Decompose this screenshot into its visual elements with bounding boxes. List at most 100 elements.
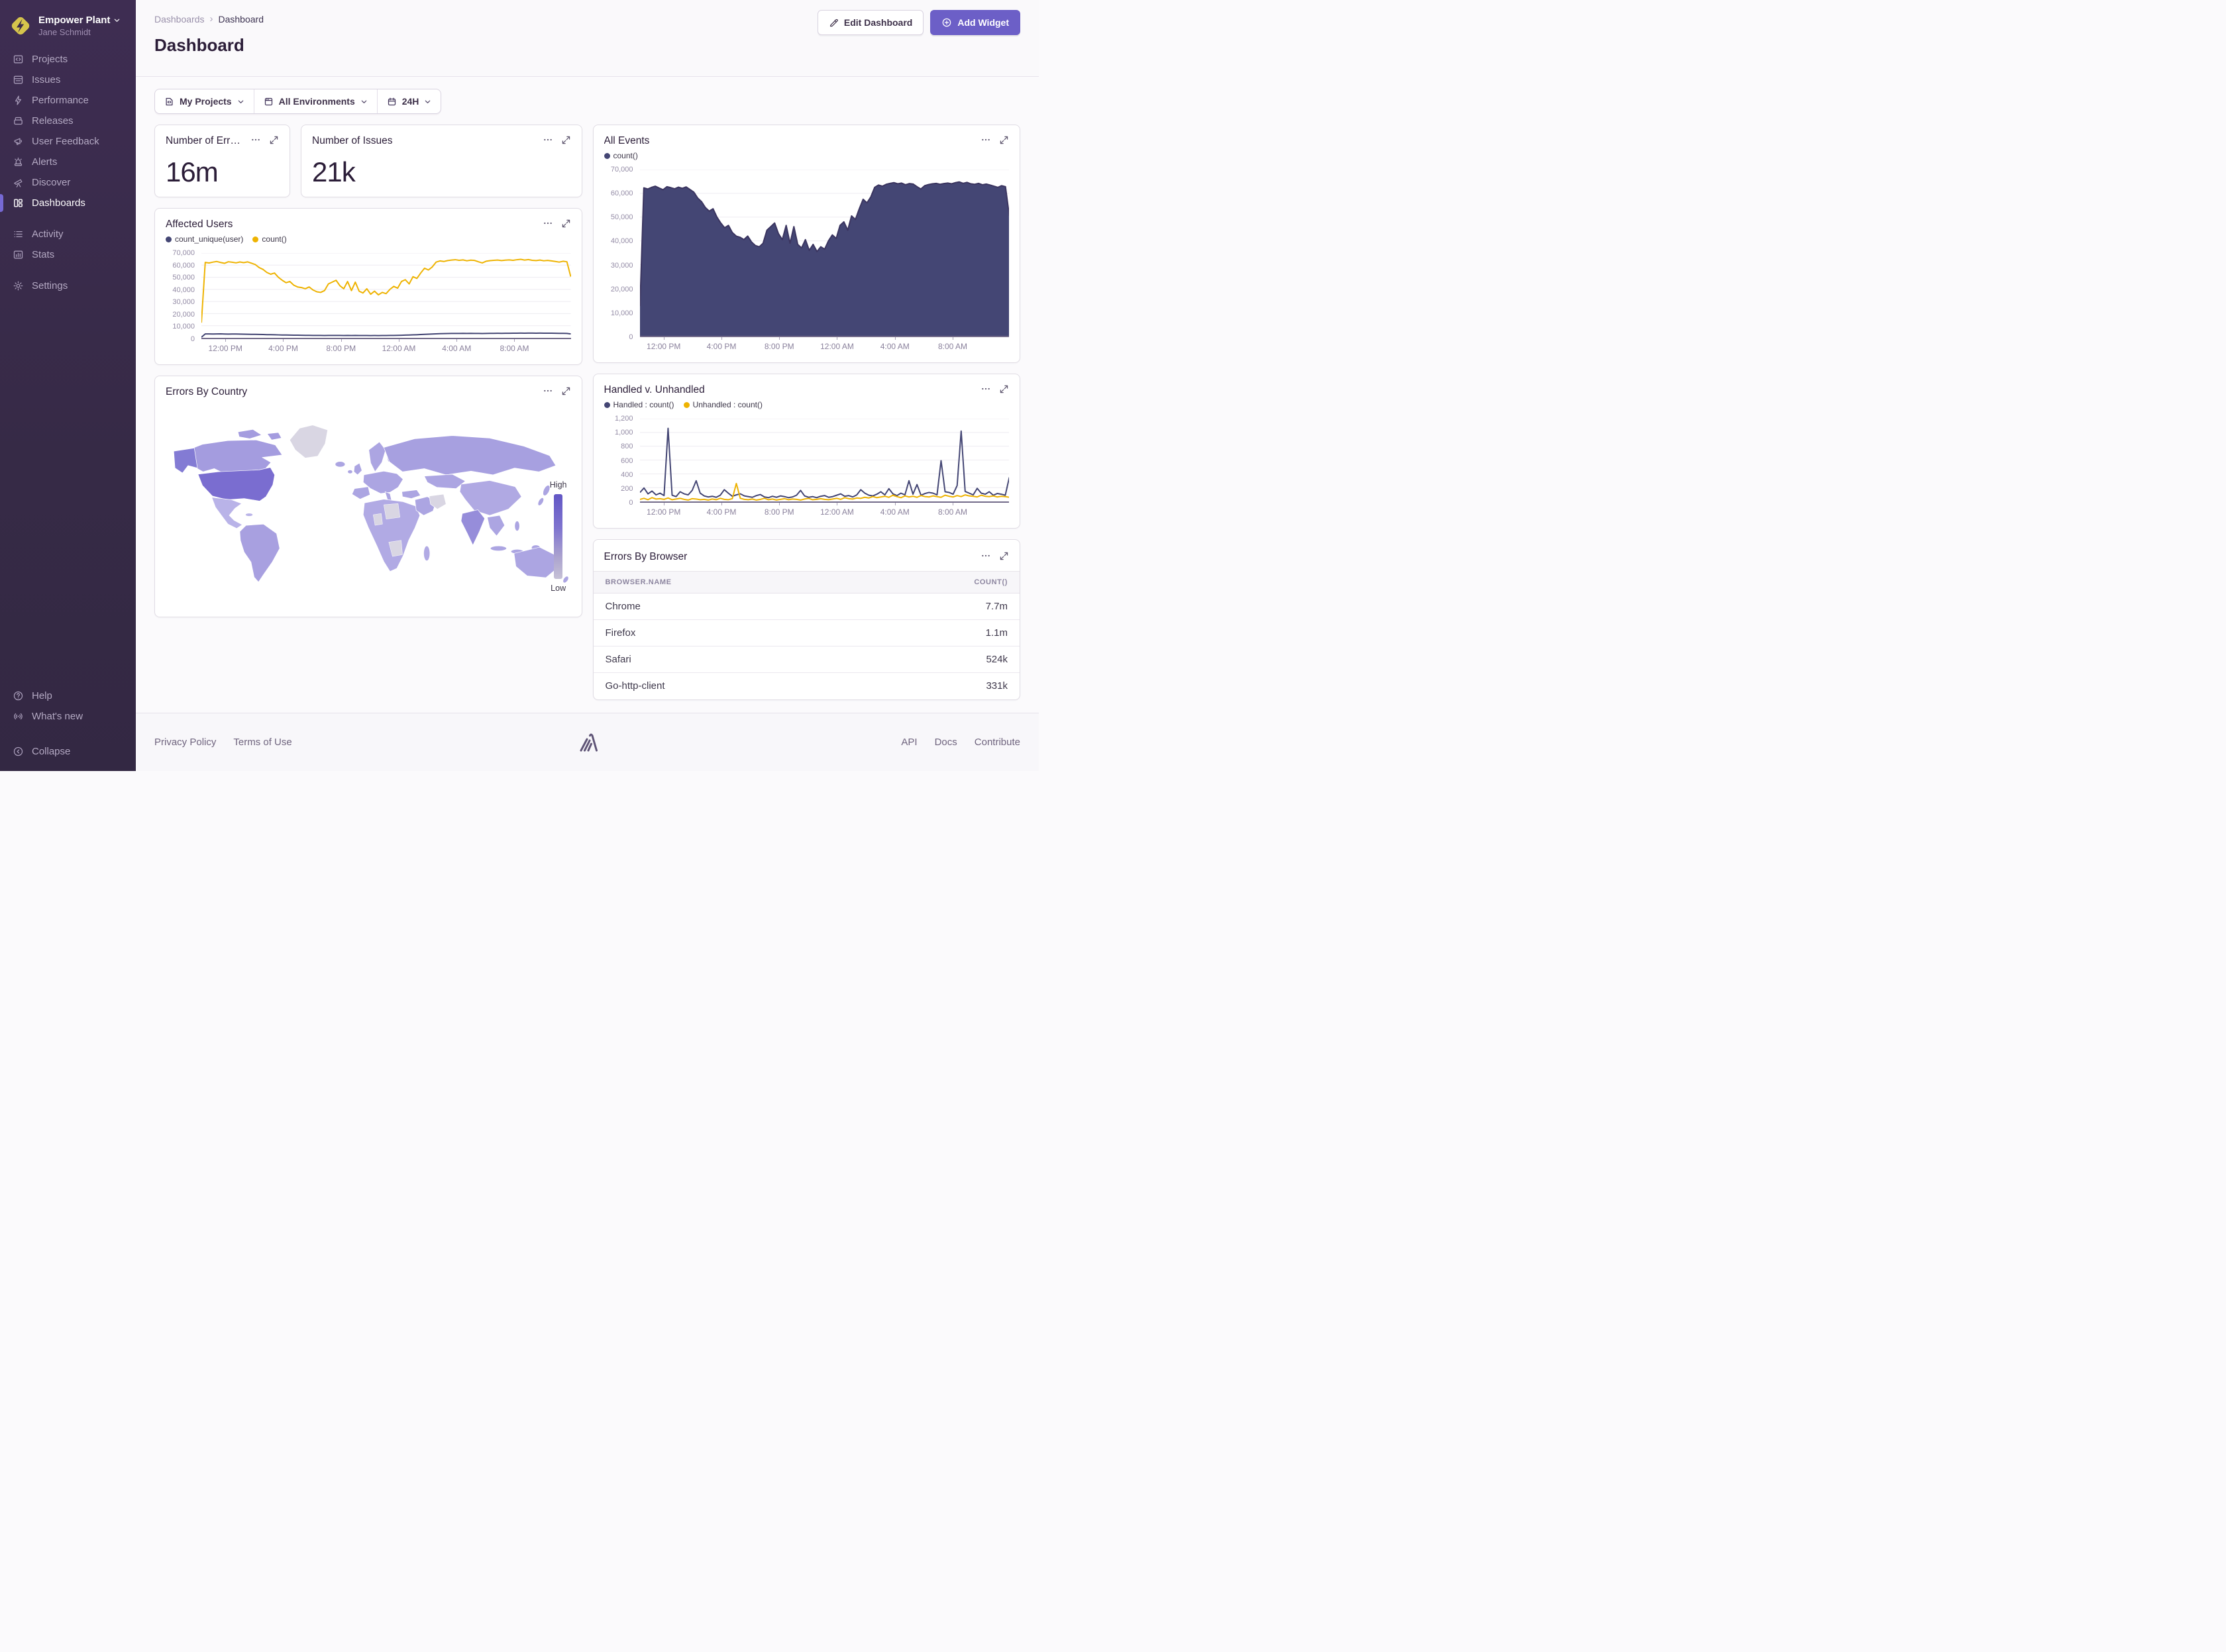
docs-link[interactable]: Docs [935, 737, 957, 748]
telescope-icon [12, 177, 24, 189]
sidebar-item-activity[interactable]: Activity [0, 224, 136, 244]
widget-menu-icon[interactable] [250, 134, 261, 145]
table-row[interactable]: Firefox1.1m [594, 620, 1020, 646]
main-area: Dashboards › Dashboard Dashboard Edit Da… [136, 0, 1039, 771]
sidebar-item-stats[interactable]: Stats [0, 244, 136, 265]
terms-of-use-link[interactable]: Terms of Use [233, 737, 292, 748]
breadcrumb-dashboards[interactable]: Dashboards [154, 14, 205, 25]
table-row[interactable]: Go-http-client331k [594, 673, 1020, 699]
all-events-chart: 70,00060,00050,00040,00030,00020,00010,0… [604, 170, 1010, 353]
widget-menu-icon[interactable] [980, 134, 991, 145]
api-link[interactable]: API [901, 737, 917, 748]
widget-title: Errors By Country [166, 386, 536, 398]
sidebar-item-user-feedback[interactable]: User Feedback [0, 131, 136, 152]
window-icon [264, 97, 274, 107]
sidebar-item-label: Issues [32, 74, 60, 85]
date-range-filter[interactable]: 24H [377, 89, 441, 113]
left-column: Number of Errors 16m Number of Issues [154, 125, 582, 617]
widget-menu-icon[interactable] [543, 134, 553, 145]
table-row[interactable]: Safari524k [594, 646, 1020, 673]
chevron-down-icon [424, 98, 431, 105]
calendar-icon [387, 97, 397, 107]
siren-icon [12, 156, 24, 168]
sidebar-item-settings[interactable]: Settings [0, 276, 136, 296]
environment-filter[interactable]: All Environments [254, 89, 377, 113]
count-cell: 331k [854, 673, 1020, 699]
sentry-logo-icon[interactable] [574, 727, 602, 758]
legend-item[interactable]: Handled : count() [604, 400, 674, 409]
sidebar-item-projects[interactable]: Projects [0, 49, 136, 70]
widget-menu-icon[interactable] [980, 384, 991, 394]
help-icon [12, 690, 24, 702]
all-events-widget: All Events count() 70,00060,00050,00040,… [593, 125, 1021, 363]
contribute-link[interactable]: Contribute [975, 737, 1020, 748]
sidebar-item-performance[interactable]: Performance [0, 90, 136, 111]
chevron-down-icon [113, 17, 121, 24]
sidebar-item-label: Alerts [32, 156, 57, 168]
sidebar-bottom-nav: Help What's new Collapse [0, 686, 136, 762]
chart-legend: Handled : count() Unhandled : count() [604, 400, 1010, 409]
legend-item[interactable]: count_unique(user) [166, 234, 243, 244]
widget-menu-icon[interactable] [543, 386, 553, 396]
sidebar-item-alerts[interactable]: Alerts [0, 152, 136, 172]
x-axis: 12:00 PM4:00 PM8:00 PM12:00 AM4:00 AM8:0… [201, 339, 571, 355]
map-legend: High Low [550, 480, 567, 593]
chevron-down-icon [360, 98, 368, 105]
footer-right-links: API Docs Contribute [901, 737, 1020, 748]
sidebar-item-whats-new[interactable]: What's new [0, 706, 136, 727]
collapse-icon [12, 746, 24, 758]
pencil-icon [829, 18, 839, 28]
expand-icon[interactable] [999, 384, 1009, 394]
expand-icon[interactable] [561, 135, 571, 145]
sidebar-nav: Projects Issues Performance Releases Use… [0, 49, 136, 296]
expand-icon[interactable] [999, 551, 1009, 561]
widget-title: Number of Errors [166, 134, 244, 147]
sidebar-item-issues[interactable]: Issues [0, 70, 136, 90]
broadcast-icon [12, 711, 24, 723]
expand-icon[interactable] [269, 135, 279, 145]
sidebar-item-discover[interactable]: Discover [0, 172, 136, 193]
stats-icon [12, 249, 24, 261]
handled-unhandled-chart: 1,2001,000800600400200012:00 PM4:00 PM8:… [604, 419, 1010, 519]
column-header-browser-name[interactable]: BROWSER.NAME [594, 572, 854, 594]
count-cell: 524k [854, 646, 1020, 673]
plot-area [640, 419, 1010, 503]
table-row[interactable]: Chrome7.7m [594, 594, 1020, 620]
releases-icon [12, 115, 24, 127]
breadcrumb-current: Dashboard [219, 14, 264, 25]
widget-title: Number of Issues [312, 134, 536, 147]
browser-name-cell: Go-http-client [594, 673, 854, 699]
legend-dot [252, 236, 258, 242]
world-map[interactable]: High Low [166, 403, 571, 607]
sidebar-item-label: Projects [32, 54, 68, 65]
edit-dashboard-button[interactable]: Edit Dashboard [818, 10, 924, 35]
map-gradient-bar [554, 494, 562, 579]
widget-menu-icon[interactable] [543, 218, 553, 229]
expand-icon[interactable] [999, 135, 1009, 145]
legend-item[interactable]: count() [604, 151, 638, 160]
expand-icon[interactable] [561, 386, 571, 396]
privacy-policy-link[interactable]: Privacy Policy [154, 737, 216, 748]
projects-filter[interactable]: My Projects [155, 89, 254, 113]
page-header: Dashboards › Dashboard Dashboard Edit Da… [136, 0, 1039, 77]
legend-item[interactable]: Unhandled : count() [684, 400, 763, 409]
plot-area [640, 170, 1010, 337]
user-name: Jane Schmidt [38, 27, 121, 37]
sidebar-item-label: Settings [32, 280, 68, 291]
sidebar-item-help[interactable]: Help [0, 686, 136, 706]
column-header-count[interactable]: COUNT() [854, 572, 1020, 594]
legend-item[interactable]: count() [252, 234, 286, 244]
chevron-down-icon [237, 98, 244, 105]
errors-by-browser-table: BROWSER.NAME COUNT() Chrome7.7mFirefox1.… [594, 571, 1020, 699]
browser-name-cell: Firefox [594, 620, 854, 646]
sidebar-item-collapse[interactable]: Collapse [0, 741, 136, 762]
chevron-right-icon: › [210, 13, 213, 25]
org-name: Empower Plant [38, 15, 110, 26]
sidebar-item-releases[interactable]: Releases [0, 111, 136, 131]
sidebar-item-label: Stats [32, 249, 54, 260]
expand-icon[interactable] [561, 219, 571, 229]
org-switcher[interactable]: Empower Plant Jane Schmidt [0, 9, 136, 49]
add-widget-button[interactable]: Add Widget [930, 10, 1020, 35]
widget-menu-icon[interactable] [980, 550, 991, 561]
sidebar-item-dashboards[interactable]: Dashboards [0, 193, 136, 213]
